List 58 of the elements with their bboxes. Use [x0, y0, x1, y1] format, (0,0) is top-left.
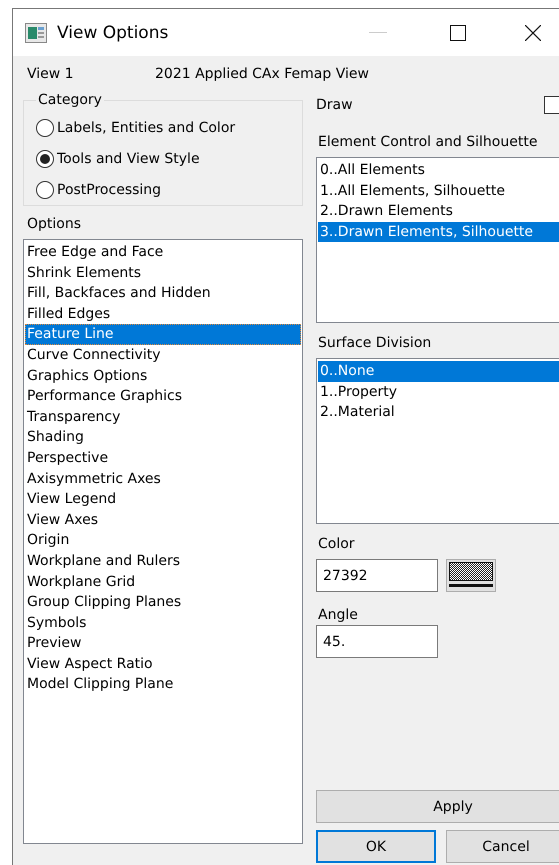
element-control-list[interactable]: 0..All Elements 1..All Elements, Silhouette 2..Drawn Elements 3..Drawn Elements, Silhouette	[316, 157, 559, 323]
surface-division-list[interactable]: 0..None 1..Property 2..Material	[316, 358, 559, 524]
list-item[interactable]: View Axes	[25, 510, 301, 530]
radio-option[interactable]: PostProcessing	[36, 174, 302, 205]
angle-field[interactable]: 45.	[316, 625, 438, 658]
list-item[interactable]: Axisymmetric Axes	[25, 468, 301, 490]
list-item[interactable]: 0..None	[318, 361, 559, 382]
list-item[interactable]: Model Clipping Plane	[25, 674, 301, 696]
list-item[interactable]: 2..Material	[318, 402, 559, 423]
list-item[interactable]: Free Edge and Face	[25, 242, 301, 263]
app-icon	[25, 22, 47, 42]
list-item[interactable]: Workplane and Rulers	[25, 550, 301, 572]
apply-button[interactable]: Apply	[316, 790, 559, 823]
list-label: Options	[27, 215, 82, 233]
list-item[interactable]: Perspective	[25, 448, 301, 469]
radio-button[interactable]	[36, 180, 54, 198]
list-item[interactable]: Feature Line	[25, 324, 301, 345]
list-item[interactable]: 0..All Elements	[318, 160, 559, 181]
color-field[interactable]: 27392	[316, 559, 438, 592]
close-icon[interactable]	[525, 24, 541, 40]
angle-label: Angle	[318, 606, 359, 624]
color-swatch-button[interactable]	[446, 558, 496, 592]
list-item[interactable]: Group Clipping Planes	[25, 592, 301, 613]
dialog-button[interactable]: Cancel	[446, 830, 559, 863]
draw-checkbox[interactable]	[544, 96, 559, 114]
list-label: Element Control and Silhouette	[318, 133, 538, 151]
list-item[interactable]: 3..Drawn Elements, Silhouette	[318, 222, 559, 242]
window-title: View Options	[57, 22, 170, 42]
list-item[interactable]: 1..Property	[318, 382, 559, 402]
list-item[interactable]: Preview	[25, 633, 301, 654]
list-item[interactable]: Shading	[25, 427, 301, 448]
list-item[interactable]: View Legend	[25, 489, 301, 510]
maximize-icon[interactable]	[450, 24, 466, 40]
list-item[interactable]: Symbols	[25, 612, 301, 634]
list-item[interactable]: Performance Graphics	[25, 386, 301, 407]
view-title: 2021 Applied CAx Femap View	[155, 66, 369, 82]
list-item[interactable]: Filled Edges	[25, 304, 301, 324]
radio-button[interactable]	[36, 150, 54, 168]
radio-option[interactable]: Labels, Entities and Color	[36, 112, 302, 143]
list-item[interactable]: Curve Connectivity	[25, 344, 301, 366]
list-item[interactable]: Workplane Grid	[25, 572, 301, 592]
group-label: Category	[37, 92, 103, 108]
options-list[interactable]	[23, 239, 303, 844]
radio-option[interactable]: Tools and View Style	[36, 143, 302, 174]
list-item[interactable]: Graphics Options	[25, 366, 301, 386]
list-item[interactable]: Shrink Elements	[25, 262, 301, 284]
list-item[interactable]: Transparency	[25, 406, 301, 428]
list-item[interactable]: 2..Drawn Elements	[318, 201, 559, 222]
color-label: Color	[318, 535, 356, 553]
list-item[interactable]: Origin	[25, 530, 301, 551]
draw-label: Draw	[316, 97, 353, 113]
list-item[interactable]: 1..All Elements, Silhouette	[318, 180, 559, 202]
list-item[interactable]: View Aspect Ratio	[25, 654, 301, 674]
dialog-button[interactable]: OK	[316, 830, 436, 863]
radio-button[interactable]	[36, 118, 54, 136]
list-item[interactable]: Fill, Backfaces and Hidden	[25, 283, 301, 304]
list-label: Surface Division	[318, 334, 432, 352]
view-name: View 1	[27, 66, 75, 82]
